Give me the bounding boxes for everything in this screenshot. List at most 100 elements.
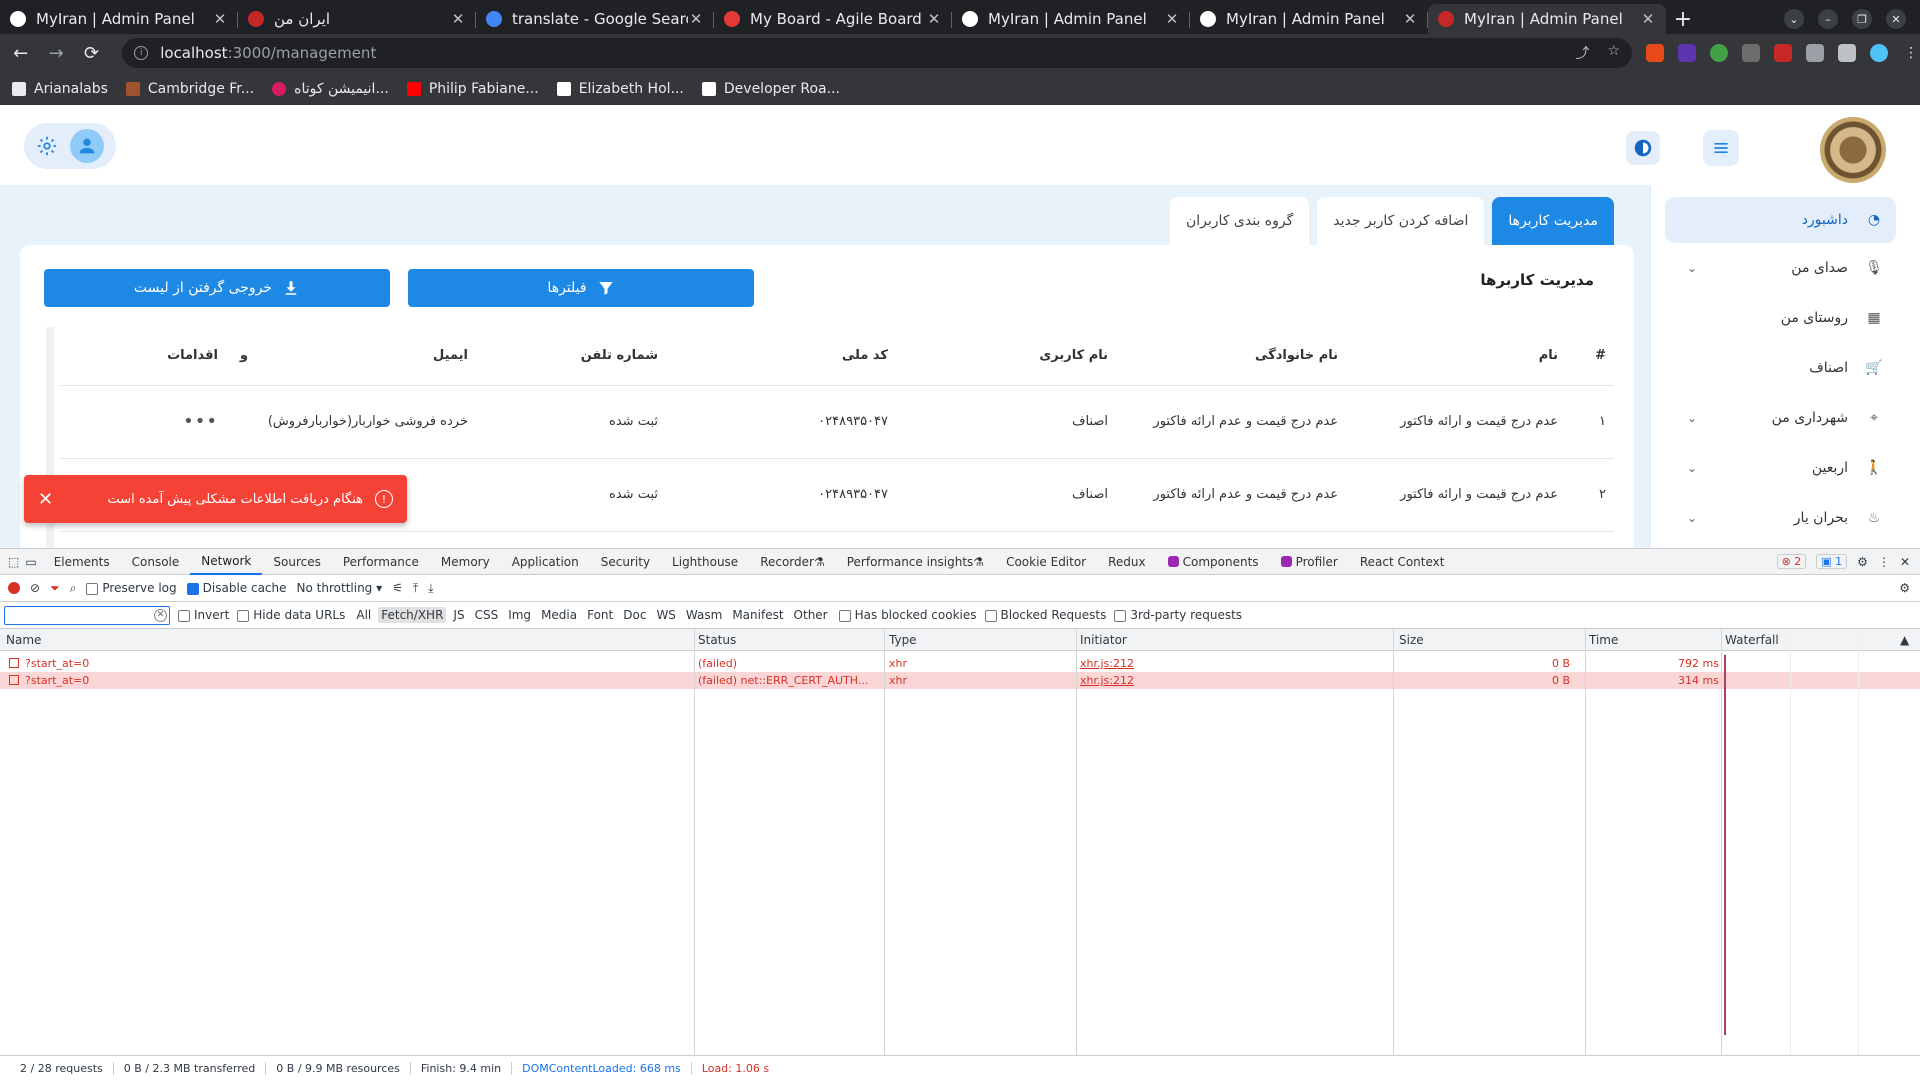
devtools-tab[interactable]: Memory xyxy=(430,549,501,575)
devtools-tab[interactable]: Network xyxy=(190,549,263,575)
extension-icon[interactable] xyxy=(1646,44,1665,62)
chevron-down-icon[interactable]: ⌄ xyxy=(1687,461,1697,475)
resource-type-filter[interactable]: All xyxy=(353,607,374,623)
column-divider[interactable] xyxy=(884,629,885,1055)
devtools-tab[interactable]: Performance insights ⚗ xyxy=(836,549,995,575)
devtools-tab[interactable]: Recorder ⚗ xyxy=(749,549,836,575)
filter-input[interactable]: ✕ xyxy=(4,605,170,625)
profile-avatar[interactable] xyxy=(1870,44,1889,62)
column-divider[interactable] xyxy=(1585,629,1586,1055)
new-tab-button[interactable]: + xyxy=(1666,4,1700,34)
export-har-icon[interactable]: ⤓ xyxy=(428,581,433,596)
blocked-cookies-checkbox[interactable]: Has blocked cookies xyxy=(838,608,977,622)
sidebar-item[interactable]: ⌖ شهرداری من ⌄ xyxy=(1651,393,1910,443)
resource-type-filter[interactable]: Doc xyxy=(620,607,649,623)
devtools-tab[interactable]: React Context xyxy=(1349,549,1456,575)
header-size[interactable]: Size xyxy=(1399,633,1424,647)
extension-icon[interactable] xyxy=(1678,44,1697,62)
invert-checkbox[interactable]: Invert xyxy=(178,608,229,622)
inspect-element-icon[interactable]: ⬚ xyxy=(8,555,19,569)
chevron-down-icon[interactable]: ⌄ xyxy=(1687,411,1697,425)
devtools-tab[interactable]: Application xyxy=(501,549,590,575)
sidebar-item[interactable]: ▦ روستای من xyxy=(1651,293,1910,343)
sidepanel-icon[interactable] xyxy=(1838,44,1857,62)
filter-toggle-icon[interactable]: ⏷ xyxy=(50,581,60,596)
request-row[interactable]: ?start_at=0 (failed) net::ERR_CERT_AUTH.… xyxy=(0,672,1920,689)
close-tab-icon[interactable]: ✕ xyxy=(1402,10,1418,28)
error-count-badge[interactable]: ⊗ 2 xyxy=(1776,554,1807,569)
devtools-tab[interactable]: Sources xyxy=(262,549,331,575)
address-bar[interactable]: i localhost:3000/management ⤴ ☆ xyxy=(122,38,1633,68)
bookmark-wikipedia[interactable]: Elizabeth Hol... xyxy=(556,81,684,97)
export-button[interactable]: خروجی گرفتن از لیست xyxy=(44,269,390,307)
more-actions-icon[interactable]: ••• xyxy=(183,411,218,432)
menu-kebab-icon[interactable]: ⋮ xyxy=(1902,44,1920,62)
clear-filter-icon[interactable]: ✕ xyxy=(154,608,167,622)
user-avatar[interactable] xyxy=(70,129,104,163)
close-tab-icon[interactable]: ✕ xyxy=(1640,10,1656,28)
header-name[interactable]: Name xyxy=(6,633,41,647)
column-divider[interactable] xyxy=(1721,629,1722,1055)
close-tab-icon[interactable]: ✕ xyxy=(926,10,942,28)
column-divider[interactable] xyxy=(1076,629,1077,1055)
theme-toggle-icon[interactable] xyxy=(1626,131,1660,165)
browser-tab[interactable]: ایران من ✕ xyxy=(238,4,476,34)
sidebar-item[interactable]: 🛒 اصناف xyxy=(1651,343,1910,393)
record-button[interactable] xyxy=(8,582,20,594)
resource-type-filter[interactable]: Fetch/XHR xyxy=(378,607,447,623)
puzzle-icon[interactable] xyxy=(1806,44,1825,62)
devtools-settings-icon[interactable]: ⚙ xyxy=(1857,555,1868,569)
reload-button[interactable]: ⟳ xyxy=(77,38,106,68)
tab-search-icon[interactable]: ⌄ xyxy=(1784,9,1804,29)
resource-type-filter[interactable]: CSS xyxy=(472,607,502,623)
throttling-select[interactable]: No throttling ▾ xyxy=(297,581,383,595)
extension-icon[interactable] xyxy=(1742,44,1761,62)
resource-type-filter[interactable]: Media xyxy=(538,607,580,623)
devtools-tab[interactable]: Console xyxy=(121,549,191,575)
resource-type-filter[interactable]: JS xyxy=(450,607,467,623)
share-icon[interactable]: ⤴ xyxy=(1575,43,1589,63)
close-tab-icon[interactable]: ✕ xyxy=(1164,10,1180,28)
bookmark-arianalabs[interactable]: Arianalabs xyxy=(12,81,108,97)
sidebar-item[interactable]: 🚶 اربعین ⌄ xyxy=(1651,443,1910,493)
extension-icon[interactable] xyxy=(1710,44,1729,62)
header-status[interactable]: Status xyxy=(698,633,736,647)
bookmark-animation[interactable]: انیمیشن کوتاه... xyxy=(272,81,389,97)
devtools-tab[interactable]: Cookie Editor xyxy=(995,549,1097,575)
browser-tab[interactable]: translate - Google Search ✕ xyxy=(476,4,714,34)
import-har-icon[interactable]: ⤒ xyxy=(413,581,418,596)
request-row[interactable]: ?start_at=0 (failed) xhr xhr.js:212 0 B … xyxy=(0,655,1920,672)
chevron-down-icon[interactable]: ⌄ xyxy=(1687,261,1697,275)
close-window-button[interactable]: ✕ xyxy=(1886,9,1906,29)
resource-type-filter[interactable]: Img xyxy=(505,607,534,623)
extension-icon[interactable] xyxy=(1774,44,1793,62)
devtools-tab[interactable]: Performance xyxy=(332,549,430,575)
browser-tab[interactable]: MyIran | Admin Panel ✕ xyxy=(952,4,1190,34)
sidebar-item[interactable]: 🎙 صدای من ⌄ xyxy=(1651,243,1910,293)
device-toolbar-icon[interactable]: ▭ xyxy=(25,555,36,569)
resource-type-filter[interactable]: WS xyxy=(653,607,678,623)
back-button[interactable]: ← xyxy=(6,38,35,68)
disable-cache-checkbox[interactable]: Disable cache xyxy=(186,581,287,595)
bookmark-youtube[interactable]: Philip Fabiane... xyxy=(406,81,539,97)
site-info-icon[interactable]: i xyxy=(134,46,149,60)
header-type[interactable]: Type xyxy=(889,633,917,647)
column-divider[interactable] xyxy=(1393,629,1394,1055)
request-initiator-link[interactable]: xhr.js:212 xyxy=(1080,674,1134,687)
search-icon[interactable]: ⌕ xyxy=(70,581,77,596)
bookmark-cambridge[interactable]: Cambridge Fr... xyxy=(125,81,254,97)
devtools-menu-icon[interactable]: ⋮ xyxy=(1878,555,1890,569)
network-conditions-icon[interactable]: ⚟ xyxy=(392,581,403,595)
network-settings-icon[interactable]: ⚙ xyxy=(1899,581,1910,595)
close-tab-icon[interactable]: ✕ xyxy=(450,10,466,28)
header-initiator[interactable]: Initiator xyxy=(1080,633,1127,647)
tab-add-user[interactable]: اضافه کردن کاربر جدید xyxy=(1317,197,1485,245)
devtools-tab[interactable]: Redux xyxy=(1097,549,1157,575)
devtools-close-icon[interactable]: ✕ xyxy=(1900,555,1910,569)
clear-icon[interactable]: ⊘ xyxy=(30,581,40,595)
third-party-checkbox[interactable]: 3rd-party requests xyxy=(1114,608,1242,622)
browser-tab[interactable]: MyIran | Admin Panel ✕ xyxy=(0,4,238,34)
tab-user-groups[interactable]: گروه بندی کاربران xyxy=(1170,197,1310,245)
column-divider[interactable] xyxy=(694,629,695,1055)
header-time[interactable]: Time xyxy=(1589,633,1618,647)
